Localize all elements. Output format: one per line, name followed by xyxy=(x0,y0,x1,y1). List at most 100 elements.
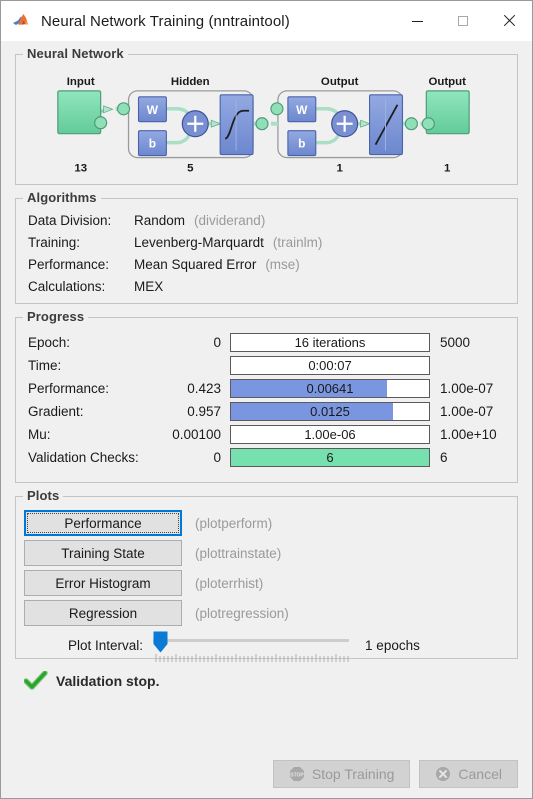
time-progress-bar: 0:00:07 xyxy=(230,356,430,375)
algorithms-rows: Data Division: Random (dividerand) Train… xyxy=(16,199,517,301)
plot-interval-label: Plot Interval: xyxy=(68,637,144,653)
progress-row-performance: Performance: 0.423 0.00641 1.00e-07 xyxy=(28,377,517,400)
plot-training-state-function: (plottrainstate) xyxy=(195,545,282,561)
progress-row-epoch: Epoch: 0 16 iterations 5000 xyxy=(28,331,517,354)
maximize-button[interactable] xyxy=(440,1,486,41)
time-label: Time: xyxy=(28,358,62,373)
mu-max-value: 1.00e+10 xyxy=(440,427,497,442)
training-value: Levenberg-Marquardt xyxy=(134,235,264,250)
matlab-membrane-icon xyxy=(12,11,32,31)
footer-buttons: STOP Stop Training Cancel xyxy=(272,760,518,788)
data-division-label: Data Division: xyxy=(28,213,112,228)
svg-text:STOP: STOP xyxy=(290,773,304,779)
progress-row-time: Time: 0:00:07 xyxy=(28,354,517,377)
validation-checks-start-value: 0 xyxy=(213,450,221,465)
plot-row-training-state: Training State (plottrainstate) xyxy=(24,538,517,568)
performance-max-value: 1.00e-07 xyxy=(440,381,494,396)
svg-text:W: W xyxy=(147,103,159,117)
algorithms-legend: Algorithms xyxy=(23,190,101,205)
slider-track xyxy=(153,639,350,642)
calculations-label: Calculations: xyxy=(28,279,106,294)
svg-text:Input: Input xyxy=(67,76,95,88)
svg-text:13: 13 xyxy=(74,163,87,175)
plot-row-performance: Performance (plotperform) xyxy=(24,508,517,538)
svg-text:Output: Output xyxy=(428,76,466,88)
algorithm-row-training: Training: Levenberg-Marquardt (trainlm) xyxy=(28,235,517,257)
progress-row-gradient: Gradient: 0.957 0.0125 1.00e-07 xyxy=(28,400,517,423)
gradient-bar-text: 0.0125 xyxy=(310,404,350,419)
data-division-value: Random xyxy=(134,213,186,228)
cancel-label: Cancel xyxy=(458,766,502,782)
minimize-button[interactable] xyxy=(394,1,440,41)
performance-function: (mse) xyxy=(265,257,300,272)
calculations-value: MEX xyxy=(134,279,164,294)
plot-performance-button[interactable]: Performance xyxy=(24,510,182,536)
plot-interval-slider[interactable] xyxy=(153,631,350,662)
minimize-icon xyxy=(411,20,423,22)
mu-start-value: 0.00100 xyxy=(172,427,221,442)
epoch-progress-bar: 16 iterations xyxy=(230,333,430,352)
svg-text:5: 5 xyxy=(187,163,194,175)
svg-text:1: 1 xyxy=(444,163,451,175)
maximize-icon xyxy=(458,16,468,26)
progress-legend: Progress xyxy=(23,309,89,324)
close-icon xyxy=(503,15,515,27)
validation-checks-bar-text: 6 xyxy=(326,450,334,465)
svg-text:b: b xyxy=(149,137,156,151)
plot-row-error-histogram: Error Histogram (ploterrhist) xyxy=(24,568,517,598)
circle-x-icon xyxy=(435,766,451,782)
plot-error-histogram-function: (ploterrhist) xyxy=(195,575,264,591)
svg-text:b: b xyxy=(298,137,305,151)
gradient-start-value: 0.957 xyxy=(187,404,221,419)
performance-progress-bar: 0.00641 xyxy=(230,379,430,398)
training-label: Training: xyxy=(28,235,81,250)
plot-regression-button[interactable]: Regression xyxy=(24,600,182,626)
algorithm-row-data-division: Data Division: Random (dividerand) xyxy=(28,213,517,235)
algorithms-group: Algorithms Data Division: Random (divide… xyxy=(15,190,518,304)
progress-row-mu: Mu: 0.00100 1.00e-06 1.00e+10 xyxy=(28,423,517,446)
plots-rows: Performance (plotperform) Training State… xyxy=(16,497,517,662)
gradient-progress-bar: 0.0125 xyxy=(230,402,430,421)
slider-tick-marks xyxy=(155,654,349,662)
mu-progress-bar: 1.00e-06 xyxy=(230,425,430,444)
validation-checks-progress-bar: 6 xyxy=(230,448,430,467)
plot-training-state-button[interactable]: Training State xyxy=(24,540,182,566)
title-bar: Neural Network Training (nntraintool) xyxy=(1,1,532,41)
validation-checks-max-value: 6 xyxy=(440,450,448,465)
gradient-max-value: 1.00e-07 xyxy=(440,404,494,419)
progress-group: Progress Epoch: 0 16 iterations 5000 Tim… xyxy=(15,309,518,483)
neural-network-group: Neural Network Hidden Output 5 1 Input 1… xyxy=(15,46,518,185)
close-button[interactable] xyxy=(486,1,532,41)
algorithm-row-calculations: Calculations: MEX xyxy=(28,279,517,301)
epoch-bar-text: 16 iterations xyxy=(294,335,366,350)
status-message: Validation stop. xyxy=(56,673,160,689)
window-controls xyxy=(394,1,532,41)
epoch-start-value: 0 xyxy=(213,335,221,350)
plot-performance-function: (plotperform) xyxy=(195,515,273,531)
performance-value: Mean Squared Error xyxy=(134,257,257,272)
window-title: Neural Network Training (nntraintool) xyxy=(41,12,290,30)
epoch-label: Epoch: xyxy=(28,335,71,350)
gradient-label: Gradient: xyxy=(28,404,84,419)
plot-row-regression: Regression (plotregression) xyxy=(24,598,517,628)
algorithm-row-performance: Performance: Mean Squared Error (mse) xyxy=(28,257,517,279)
plot-interval-row: Plot Interval: 1 epochs xyxy=(24,628,517,662)
plots-legend: Plots xyxy=(23,488,64,503)
epoch-max-value: 5000 xyxy=(440,335,471,350)
svg-text:Output: Output xyxy=(321,76,359,88)
slider-thumb[interactable] xyxy=(153,631,168,653)
stop-training-button[interactable]: STOP Stop Training xyxy=(272,760,411,788)
validation-checks-label: Validation Checks: xyxy=(28,450,139,465)
svg-text:1: 1 xyxy=(336,163,343,175)
stop-sign-icon: STOP xyxy=(289,766,305,782)
window-client-area: Neural Network Hidden Output 5 1 Input 1… xyxy=(1,41,532,798)
mu-bar-text: 1.00e-06 xyxy=(304,427,356,442)
training-function: (trainlm) xyxy=(272,235,323,250)
performance-bar-text: 0.00641 xyxy=(306,381,354,396)
performance-label: Performance: xyxy=(28,257,110,272)
svg-text:Hidden: Hidden xyxy=(171,76,210,88)
nntraintool-window: Neural Network Training (nntraintool) Ne… xyxy=(0,0,533,799)
mu-label: Mu: xyxy=(28,427,51,442)
plot-error-histogram-button[interactable]: Error Histogram xyxy=(24,570,182,596)
cancel-button[interactable]: Cancel xyxy=(419,760,518,788)
